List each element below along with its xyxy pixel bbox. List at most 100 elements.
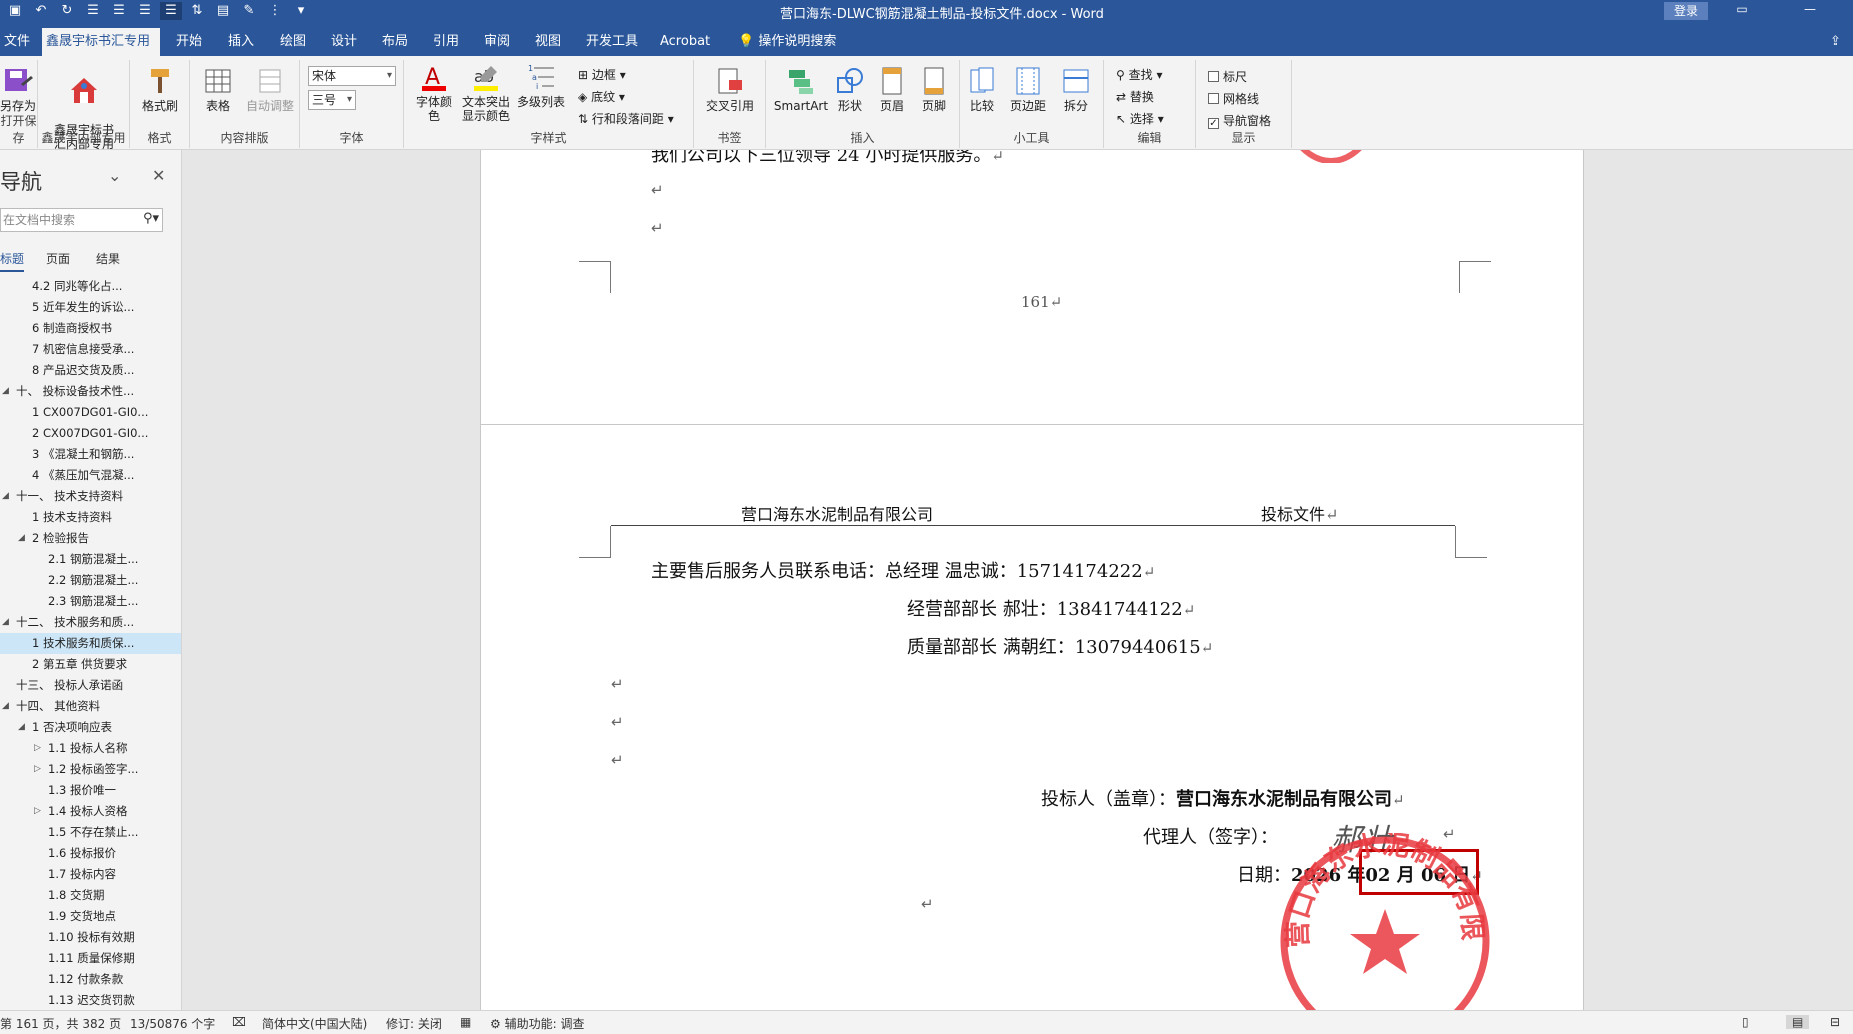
nav-heading-item[interactable]: 4.2 同兆等化占... bbox=[0, 276, 181, 297]
compare-button[interactable]: 比较 bbox=[962, 66, 1002, 113]
nav-heading-item[interactable]: 1 技术支持资料 bbox=[0, 507, 181, 528]
nav-heading-item[interactable]: ▷ 1.2 投标函签字... bbox=[0, 759, 181, 780]
nav-tab-headings[interactable]: 标题 bbox=[0, 250, 25, 272]
tab-review[interactable]: 审阅 bbox=[480, 28, 514, 56]
close-icon[interactable]: ✕ bbox=[152, 166, 165, 185]
highlight-button[interactable]: ab 文本突出显示颜色 bbox=[458, 62, 514, 123]
multilevel-list-button[interactable]: 1ai 多级列表 bbox=[516, 62, 566, 109]
nav-heading-item[interactable]: ◢ 十一、 技术支持资料 bbox=[0, 486, 181, 507]
nav-heading-item[interactable]: 1.3 报价唯一 bbox=[0, 780, 181, 801]
navpane-checkbox[interactable]: ✓ 导航窗格 bbox=[1208, 112, 1271, 129]
nav-heading-item[interactable]: 1.13 迟交货罚款 bbox=[0, 990, 181, 1010]
table-button[interactable]: 表格 bbox=[196, 66, 240, 113]
format-painter-button[interactable]: 格式刷 bbox=[134, 66, 186, 113]
undo-icon[interactable]: ↶ bbox=[30, 2, 52, 20]
tab-insert[interactable]: 插入 bbox=[224, 28, 258, 56]
nav-heading-item[interactable]: 1.8 交货期 bbox=[0, 885, 181, 906]
select-button[interactable]: ↖ 选择 ▾ bbox=[1116, 110, 1164, 127]
login-button[interactable]: 登录 bbox=[1664, 2, 1708, 20]
nav-heading-item[interactable]: 2.2 钢筋混凝土... bbox=[0, 570, 181, 591]
tab-design[interactable]: 设计 bbox=[327, 28, 361, 56]
collapse-triangle-icon[interactable]: ◢ bbox=[2, 612, 9, 633]
nav-heading-item[interactable]: ◢ 1 否决项响应表 bbox=[0, 717, 181, 738]
share-icon[interactable]: ⇪ bbox=[1826, 28, 1845, 56]
ruler-checkbox[interactable]: 标尺 bbox=[1208, 68, 1247, 85]
bullet-icon[interactable]: ⋮ bbox=[264, 2, 286, 20]
nav-heading-item[interactable]: 3 《混凝土和钢筋... bbox=[0, 444, 181, 465]
font-name-select[interactable]: 宋体 bbox=[308, 66, 396, 86]
split-button[interactable]: 拆分 bbox=[1056, 66, 1096, 113]
tab-developer[interactable]: 开发工具 bbox=[582, 28, 642, 56]
nav-heading-item[interactable]: 2.3 钢筋混凝土... bbox=[0, 591, 181, 612]
shape-button[interactable]: 形状 bbox=[830, 66, 870, 113]
proofing-icon[interactable]: ⌧ bbox=[232, 1015, 246, 1029]
nav-heading-item[interactable]: 1 CX007DG01-GI0... bbox=[0, 402, 181, 423]
align-right-icon[interactable]: ☰ bbox=[134, 2, 156, 20]
tab-home[interactable]: 开始 bbox=[172, 28, 206, 56]
auto-adjust-button[interactable]: 自动调整 bbox=[242, 66, 298, 113]
language[interactable]: 简体中文(中国大陆) bbox=[262, 1015, 367, 1032]
align-left-icon[interactable]: ☰ bbox=[82, 2, 104, 20]
nav-heading-item[interactable]: ◢ 十、 投标设备技术性... bbox=[0, 381, 181, 402]
format-painter-icon[interactable]: ✎ bbox=[238, 2, 260, 20]
tab-draw[interactable]: 绘图 bbox=[276, 28, 310, 56]
accessibility-status[interactable]: ⚙ 辅助功能: 调查 bbox=[490, 1015, 584, 1032]
nav-heading-item[interactable]: 6 制造商授权书 bbox=[0, 318, 181, 339]
nav-heading-item[interactable]: 2.1 钢筋混凝土... bbox=[0, 549, 181, 570]
nav-heading-item[interactable]: 1.7 投标内容 bbox=[0, 864, 181, 885]
smartart-button[interactable]: SmartArt bbox=[772, 66, 830, 113]
tab-view[interactable]: 视图 bbox=[531, 28, 565, 56]
nav-heading-item[interactable]: 1.5 不存在禁止... bbox=[0, 822, 181, 843]
font-size-select[interactable]: 三号 bbox=[308, 90, 356, 110]
nav-heading-item[interactable]: 5 近年发生的诉讼... bbox=[0, 297, 181, 318]
align-center-icon[interactable]: ☰ bbox=[108, 2, 130, 20]
nav-heading-item[interactable]: 2 CX007DG01-GI0... bbox=[0, 423, 181, 444]
tab-file[interactable]: 文件 bbox=[0, 28, 34, 56]
search-icon[interactable]: ⚲▾ bbox=[143, 208, 159, 230]
nav-heading-item[interactable]: 1.12 付款条款 bbox=[0, 969, 181, 990]
collapse-triangle-icon[interactable]: ◢ bbox=[2, 486, 9, 507]
save-as-button[interactable]: 另存为 bbox=[0, 66, 36, 113]
tab-references[interactable]: 引用 bbox=[429, 28, 463, 56]
footer-button[interactable]: 页脚 bbox=[914, 66, 954, 113]
find-button[interactable]: ⚲ 查找 ▾ bbox=[1116, 66, 1162, 83]
nav-heading-item[interactable]: ▷ 1.1 投标人名称 bbox=[0, 738, 181, 759]
border-button[interactable]: ⊞ 边框 ▾ bbox=[578, 66, 626, 83]
nav-tab-results[interactable]: 结果 bbox=[96, 250, 120, 267]
nav-heading-item[interactable]: 1 技术服务和质保... bbox=[0, 633, 181, 654]
replace-button[interactable]: ⇄ 替换 bbox=[1116, 88, 1154, 105]
line-spacing-icon[interactable]: ⇅ bbox=[186, 2, 208, 20]
collapse-triangle-icon[interactable]: ◢ bbox=[2, 381, 9, 402]
tab-layout[interactable]: 布局 bbox=[378, 28, 412, 56]
nav-heading-item[interactable]: 4 《蒸压加气混凝... bbox=[0, 465, 181, 486]
macro-icon[interactable]: ▦ bbox=[460, 1015, 471, 1029]
expand-triangle-icon[interactable]: ▷ bbox=[34, 801, 41, 822]
nav-heading-item[interactable]: 7 机密信息接受承... bbox=[0, 339, 181, 360]
ribbon-display-icon[interactable]: ▭ bbox=[1732, 2, 1752, 16]
nav-options-icon[interactable]: ⌄ bbox=[108, 166, 121, 185]
expand-triangle-icon[interactable]: ▷ bbox=[34, 759, 41, 780]
shading-button[interactable]: ◈ 底纹 ▾ bbox=[578, 88, 625, 105]
nav-heading-item[interactable]: ◢ 十二、 技术服务和质... bbox=[0, 612, 181, 633]
nav-tab-pages[interactable]: 页面 bbox=[46, 250, 70, 267]
justify-icon[interactable]: ☰ bbox=[160, 2, 182, 20]
nav-heading-item[interactable]: 1.6 投标报价 bbox=[0, 843, 181, 864]
customize-qat-icon[interactable]: ▾ bbox=[290, 2, 312, 20]
spacing-button[interactable]: ⇅ 行和段落间距 ▾ bbox=[578, 110, 674, 127]
nav-heading-item[interactable]: ◢ 十四、 其他资料 bbox=[0, 696, 181, 717]
save-icon[interactable]: ▣ bbox=[4, 2, 26, 20]
nav-heading-item[interactable]: ◢ 2 检验报告 bbox=[0, 528, 181, 549]
web-layout-icon[interactable]: ⊟ bbox=[1830, 1015, 1840, 1029]
gridlines-checkbox[interactable]: 网格线 bbox=[1208, 90, 1259, 107]
nav-heading-item[interactable]: 8 产品迟交货及质... bbox=[0, 360, 181, 381]
tell-me-search[interactable]: 💡 操作说明搜索 bbox=[734, 28, 840, 56]
track-changes[interactable]: 修订: 关闭 bbox=[386, 1015, 442, 1032]
collapse-triangle-icon[interactable]: ◢ bbox=[2, 696, 9, 717]
collapse-triangle-icon[interactable]: ◢ bbox=[18, 528, 25, 549]
nav-heading-item[interactable]: 2 第五章 供货要求 bbox=[0, 654, 181, 675]
nav-heading-item[interactable]: 1.11 质量保修期 bbox=[0, 948, 181, 969]
nav-heading-item[interactable]: 1.9 交货地点 bbox=[0, 906, 181, 927]
print-layout-icon[interactable]: ▤ bbox=[1786, 1015, 1810, 1029]
redo-icon[interactable]: ↻ bbox=[56, 2, 78, 20]
read-mode-icon[interactable]: ▯ bbox=[1742, 1015, 1749, 1029]
